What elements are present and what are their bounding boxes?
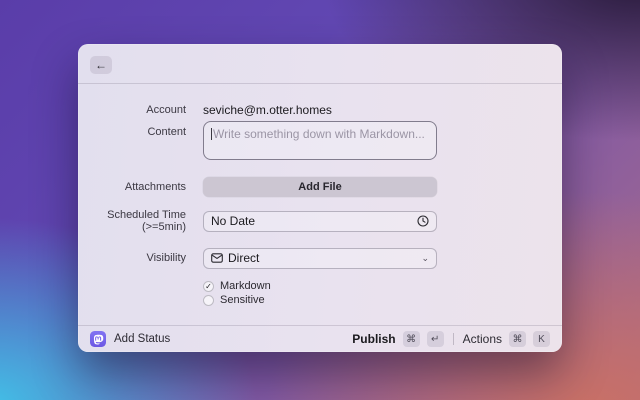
sensitive-checkbox-row[interactable]: Sensitive (203, 294, 265, 306)
scheduled-time-value: No Date (211, 214, 256, 228)
attachments-row: Attachments Add File (78, 177, 562, 197)
titlebar: ← (78, 44, 562, 84)
back-button[interactable]: ← (90, 56, 112, 74)
visibility-select[interactable]: Direct ⌄ (203, 247, 437, 269)
content-label: Content (147, 126, 186, 138)
publish-button[interactable]: Publish (352, 332, 395, 346)
markdown-checkbox-row[interactable]: ✓ Markdown (203, 280, 271, 292)
mastodon-app-icon (90, 331, 106, 347)
sensitive-checkbox-label: Sensitive (220, 294, 265, 306)
command-key-icon: ⌘ (509, 331, 526, 347)
attachments-label: Attachments (124, 181, 186, 193)
envelope-icon (211, 253, 223, 263)
clock-icon[interactable] (417, 215, 429, 227)
scheduled-time-label: Scheduled Time (>=5min) (107, 209, 186, 233)
footer-bar: Add Status Publish ⌘ ↵ Actions ⌘ K (78, 325, 562, 352)
return-key-icon: ↵ (426, 331, 444, 347)
content-textarea[interactable]: Write something down with Markdown... (203, 121, 437, 160)
markdown-checkbox-label: Markdown (220, 280, 271, 292)
compose-window: ← Account seviche@m.otter.homes Content … (78, 44, 562, 352)
account-row: Account seviche@m.otter.homes (78, 100, 562, 120)
markdown-checkbox[interactable]: ✓ (203, 280, 214, 292)
scheduled-time-row: Scheduled Time (>=5min) No Date (78, 209, 562, 233)
app-status-label: Add Status (114, 333, 171, 345)
k-key-icon: K (533, 331, 550, 347)
desktop-background: ← Account seviche@m.otter.homes Content … (0, 0, 640, 400)
add-file-button[interactable]: Add File (203, 177, 437, 197)
actions-button[interactable]: Actions (463, 332, 502, 346)
chevron-down-icon: ⌄ (421, 252, 429, 263)
visibility-label: Visibility (146, 252, 186, 264)
account-value: seviche@m.otter.homes (203, 103, 332, 117)
content-row: Content Write something down with Markdo… (78, 121, 562, 160)
visibility-value: Direct (228, 251, 260, 265)
scheduled-time-field[interactable]: No Date (203, 210, 437, 232)
visibility-row: Visibility Direct ⌄ (78, 247, 562, 269)
footer-divider (452, 333, 454, 345)
command-key-icon: ⌘ (402, 331, 420, 347)
back-arrow-icon: ← (95, 57, 107, 72)
text-caret (211, 128, 212, 140)
account-label: Account (146, 104, 186, 116)
content-placeholder: Write something down with Markdown... (213, 127, 425, 141)
sensitive-checkbox[interactable] (203, 294, 214, 306)
